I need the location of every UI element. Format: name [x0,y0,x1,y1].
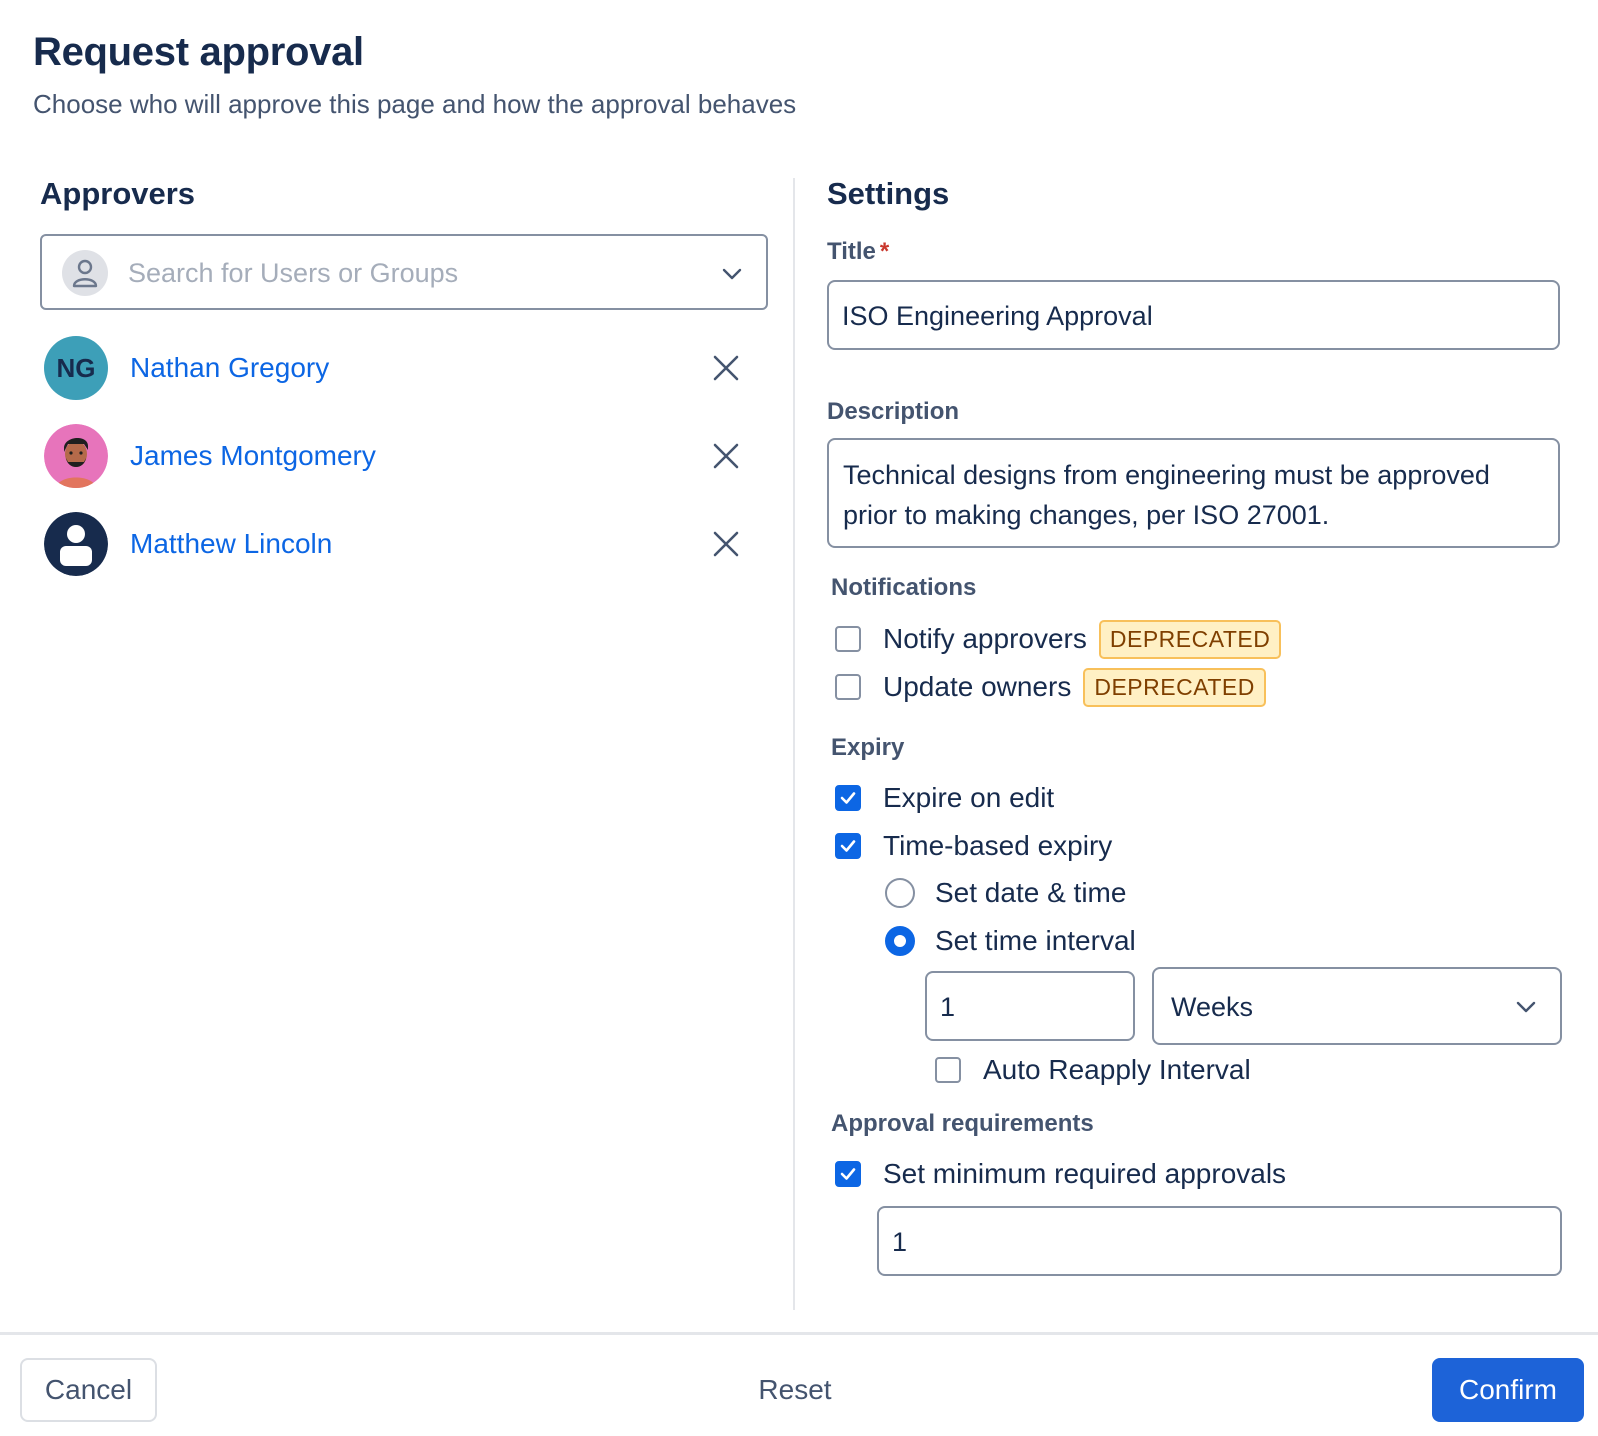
minimum-approvals-value: 1 [892,1227,908,1257]
title-field[interactable]: ISO Engineering Approval [827,280,1560,350]
expire-on-edit-label: Expire on edit [883,782,1055,813]
set-minimum-approvals-option[interactable]: Set minimum required approvals [835,1156,1286,1192]
close-icon[interactable] [712,442,740,470]
set-date-time-radio[interactable] [885,878,915,908]
expire-on-edit-option[interactable]: Expire on edit [835,780,1054,816]
approval-requirements-heading: Approval requirements [831,1110,1094,1137]
avatar [44,424,108,488]
approver-search-select[interactable]: Search for Users or Groups [40,234,768,310]
notify-approvers-checkbox[interactable] [835,626,861,652]
interval-value-field[interactable]: 1 [925,971,1135,1041]
approvers-heading: Approvers [40,176,196,211]
checkmark-icon [840,840,856,852]
notify-approvers-option[interactable]: Notify approvers DEPRECATED [835,619,1282,659]
notifications-heading: Notifications [831,574,977,601]
checkmark-icon [840,1168,856,1180]
approver-item: James Montgomery [44,424,744,488]
deprecated-badge: DEPRECATED [1098,619,1282,659]
expiry-heading: Expiry [831,734,905,761]
set-time-interval-radio[interactable] [885,926,915,956]
update-owners-label: Update owners [883,671,1072,702]
description-label: Description [827,398,960,425]
title-label-text: Title [827,238,876,265]
interval-unit-value: Weeks [1171,992,1254,1022]
auto-reapply-checkbox[interactable] [935,1057,961,1083]
checkmark-icon [840,792,856,804]
description-field[interactable]: Technical designs from engineering must … [827,438,1560,548]
set-minimum-approvals-checkbox[interactable] [835,1161,861,1187]
reset-button[interactable]: Reset [740,1358,850,1422]
approver-item: Matthew Lincoln [44,512,744,576]
chevron-down-icon [722,268,742,280]
approver-name-link[interactable]: James Montgomery [130,440,376,472]
time-based-expiry-checkbox[interactable] [835,833,861,859]
settings-heading: Settings [827,176,950,211]
settings-panel: Settings Title * ISO Engineering Approval… [827,176,1562,1276]
close-icon[interactable] [712,354,740,382]
minimum-approvals-field[interactable]: 1 [877,1206,1562,1276]
update-owners-option[interactable]: Update owners DEPRECATED [835,667,1266,707]
interval-unit-select[interactable]: Weeks [1152,967,1562,1045]
footer-divider [0,1332,1598,1335]
update-owners-checkbox[interactable] [835,674,861,700]
time-based-expiry-label: Time-based expiry [883,830,1113,861]
auto-reapply-label: Auto Reapply Interval [983,1054,1251,1085]
confirm-button[interactable]: Confirm [1432,1358,1584,1422]
chevron-down-icon [1516,1001,1536,1013]
request-approval-dialog: Request approval Choose who will approve… [0,0,1598,1436]
required-indicator: * [879,238,890,265]
column-divider [793,178,795,1310]
set-date-time-option[interactable]: Set date & time [885,875,1126,911]
set-minimum-approvals-label: Set minimum required approvals [883,1158,1287,1189]
dialog-subtitle: Choose who will approve this page and ho… [33,89,797,119]
set-time-interval-label: Set time interval [935,925,1136,956]
title-value: ISO Engineering Approval [842,301,1153,331]
dialog-title: Request approval [33,30,364,74]
close-icon[interactable] [712,530,740,558]
title-label: Title * [827,238,889,266]
description-value: Technical designs from engineering must … [843,460,1490,530]
notify-approvers-label: Notify approvers [883,623,1087,654]
avatar [44,512,108,576]
interval-value: 1 [940,992,956,1022]
approver-search-placeholder: Search for Users or Groups [128,258,459,288]
approver-name-link[interactable]: Matthew Lincoln [130,528,332,560]
time-based-expiry-option[interactable]: Time-based expiry [835,828,1112,864]
approver-item: NG Nathan Gregory [44,336,744,400]
cancel-button[interactable]: Cancel [20,1358,157,1422]
set-time-interval-option[interactable]: Set time interval [885,923,1136,959]
avatar: NG [44,336,108,400]
dialog-header: Request approval Choose who will approve… [33,30,796,120]
approvers-panel: Approvers Search for Users or Groups NG … [40,176,772,576]
auto-reapply-option[interactable]: Auto Reapply Interval [935,1052,1251,1088]
user-placeholder-icon [62,250,108,296]
expire-on-edit-checkbox[interactable] [835,785,861,811]
deprecated-badge: DEPRECATED [1083,667,1266,707]
approver-name-link[interactable]: Nathan Gregory [130,352,329,384]
set-date-time-label: Set date & time [935,877,1127,908]
